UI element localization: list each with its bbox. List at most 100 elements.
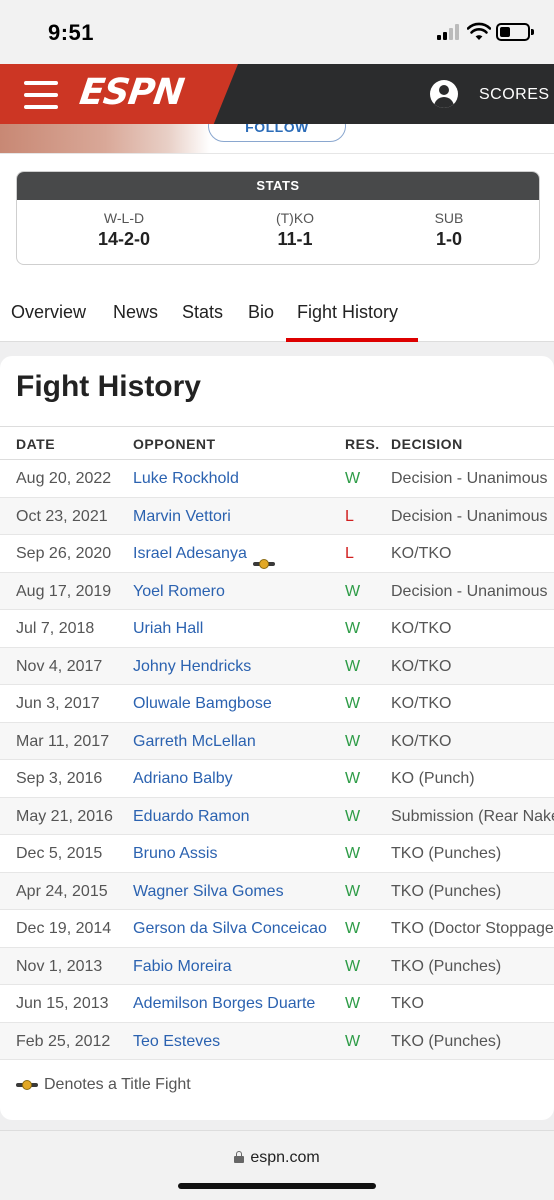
opponent-link[interactable]: Ademilson Borges Duarte [133, 995, 315, 1013]
fight-date: May 21, 2016 [16, 807, 113, 825]
opponent-link[interactable]: Wagner Silva Gomes [133, 883, 284, 901]
fight-date: Dec 5, 2015 [16, 845, 103, 862]
fight-result: W [345, 1032, 361, 1050]
fight-decision: TKO (Punches) [391, 1032, 502, 1050]
fight-decision: TKO [391, 995, 424, 1012]
table-body: Aug 20, 2022 Luke Rockhold W Decision - Una… [0, 460, 554, 1060]
opponent-link[interactable]: Adriano Balby [133, 770, 233, 788]
table-row: Dec 5, 2015 Bruno Assis W TKO (Punches) [0, 835, 554, 873]
fight-decision: Decision - Unanimous [391, 582, 548, 600]
tab-stats[interactable]: Stats [182, 302, 223, 342]
column-header-date: DATE [16, 436, 56, 452]
fight-decision: KO/TKO [391, 620, 452, 637]
fight-decision: Decision - Unanimous [391, 470, 548, 487]
fight-history-table: DATE OPPONENT RES. DECISION Aug 20, 2022… [0, 426, 554, 1060]
fight-decision: KO/TKO [391, 657, 452, 675]
fight-date: Jun 15, 2013 [16, 995, 109, 1012]
section-title: Fight History [16, 370, 201, 403]
fight-decision: Decision - Unanimous [391, 507, 548, 525]
status-bar: 9:51 [0, 0, 554, 64]
table-row: Dec 19, 2014 Gerson da Silva Conceicao W TK… [0, 910, 554, 948]
fight-date: Aug 17, 2019 [16, 582, 112, 600]
stat-label: (T)KO [275, 210, 315, 226]
fight-date: Jun 3, 2017 [16, 695, 100, 712]
table-row: Apr 24, 2015 Wagner Silva Gomes W TKO (Punc… [0, 872, 554, 910]
fight-result: W [345, 845, 361, 862]
table-row: Sep 26, 2020 Israel Adesanya L KO/TKO [0, 535, 554, 573]
stat-value: 1-0 [435, 229, 462, 249]
address-bar[interactable]: espn.com [0, 1149, 554, 1167]
fight-result: W [345, 920, 361, 937]
title-belt-icon [16, 1079, 38, 1090]
fight-decision: Submission (Rear Naked Choke) [391, 807, 554, 825]
column-header-result: RES. [345, 436, 380, 452]
opponent-link[interactable]: Oluwale Bamgbose [133, 695, 272, 713]
tab-news[interactable]: News [113, 302, 158, 342]
fight-history-card: Fight History DATE OPPONENT RES. DECISIO… [0, 356, 554, 1120]
fight-date: Nov 4, 2017 [16, 657, 103, 675]
profile-tabs: Overview News Stats Bio Fight History [0, 292, 554, 342]
stat-value: 14-2-0 [97, 229, 151, 249]
table-row: Nov 4, 2017 Johny Hendricks W KO/TKO [0, 647, 554, 685]
menu-icon[interactable] [24, 81, 58, 109]
fighter-photo [0, 124, 210, 153]
url-text: espn.com [250, 1149, 320, 1166]
fight-date: Sep 3, 2016 [16, 770, 103, 787]
status-time: 9:51 [48, 20, 95, 45]
opponent-link[interactable]: Garreth McLellan [133, 733, 256, 751]
stat-tko: (T)KO 11-1 [220, 210, 370, 250]
tab-overview[interactable]: Overview [11, 302, 86, 342]
opponent-link[interactable]: Marvin Vettori [133, 508, 231, 526]
opponent-link[interactable]: Eduardo Ramon [133, 808, 250, 826]
table-row: Jun 3, 2017 Oluwale Bamgbose W KO/TKO [0, 685, 554, 723]
fight-result: W [345, 732, 361, 750]
fight-decision: TKO (Punches) [391, 845, 502, 862]
fight-result: W [345, 695, 361, 712]
fight-date: Mar 11, 2017 [16, 732, 110, 750]
opponent-name: Uriah Hall [133, 620, 204, 637]
fight-result: W [345, 882, 361, 900]
home-indicator[interactable] [178, 1183, 376, 1189]
tab-bio[interactable]: Bio [248, 302, 274, 342]
table-row: Jun 15, 2013 Ademilson Borges Duarte W TKO [0, 985, 554, 1023]
column-header-decision: DECISION [391, 436, 463, 452]
opponent-link[interactable]: Gerson da Silva Conceicao [133, 920, 327, 938]
follow-button[interactable]: FOLLOW [208, 124, 346, 142]
opponent-link[interactable]: Yoel Romero [133, 583, 225, 601]
opponent-link[interactable]: Fabio Moreira [133, 958, 232, 976]
fight-decision: KO/TKO [391, 695, 452, 712]
stats-heading: STATS [17, 172, 539, 200]
fight-date: Sep 26, 2020 [16, 545, 112, 562]
opponent-link[interactable]: Israel Adesanya [133, 545, 275, 569]
column-header-opponent: OPPONENT [133, 436, 216, 452]
fight-decision: KO (Punch) [391, 770, 475, 787]
opponent-name: Ademilson Borges Duarte [133, 995, 316, 1012]
table-row: Aug 20, 2022 Luke Rockhold W Decision - Una… [0, 460, 554, 498]
fight-date: Jul 7, 2018 [16, 620, 95, 637]
opponent-link[interactable]: Luke Rockhold [133, 470, 239, 488]
stat-label: SUB [434, 210, 464, 226]
opponent-link[interactable]: Teo Esteves [133, 1033, 220, 1051]
fight-result: L [345, 545, 354, 562]
opponent-name: Eduardo Ramon [133, 807, 250, 825]
opponent-name: Garreth McLellan [133, 732, 256, 750]
opponent-link[interactable]: Uriah Hall [133, 620, 203, 638]
opponent-link[interactable]: Bruno Assis [133, 845, 217, 863]
fight-result: W [345, 995, 361, 1012]
opponent-name: Wagner Silva Gomes [133, 882, 284, 900]
legend-text: Denotes a Title Fight [44, 1076, 191, 1093]
account-icon[interactable] [430, 80, 458, 108]
fight-result: W [345, 620, 361, 637]
opponent-link[interactable]: Johny Hendricks [133, 658, 251, 676]
cellular-signal-icon [437, 24, 461, 40]
tab-fight-history[interactable]: Fight History [297, 302, 398, 342]
fight-result: W [345, 957, 361, 975]
table-row: Feb 25, 2012 Teo Esteves W TKO (Punches) [0, 1022, 554, 1060]
fight-result: W [345, 657, 361, 675]
opponent-name: Yoel Romero [133, 582, 225, 600]
table-row: Aug 17, 2019 Yoel Romero W Decision - Unani… [0, 572, 554, 610]
opponent-name: Luke Rockhold [133, 470, 239, 487]
espn-logo[interactable]: ESPN [77, 72, 186, 113]
scores-link[interactable]: SCORES [479, 86, 550, 104]
fight-date: Dec 19, 2014 [16, 920, 112, 937]
